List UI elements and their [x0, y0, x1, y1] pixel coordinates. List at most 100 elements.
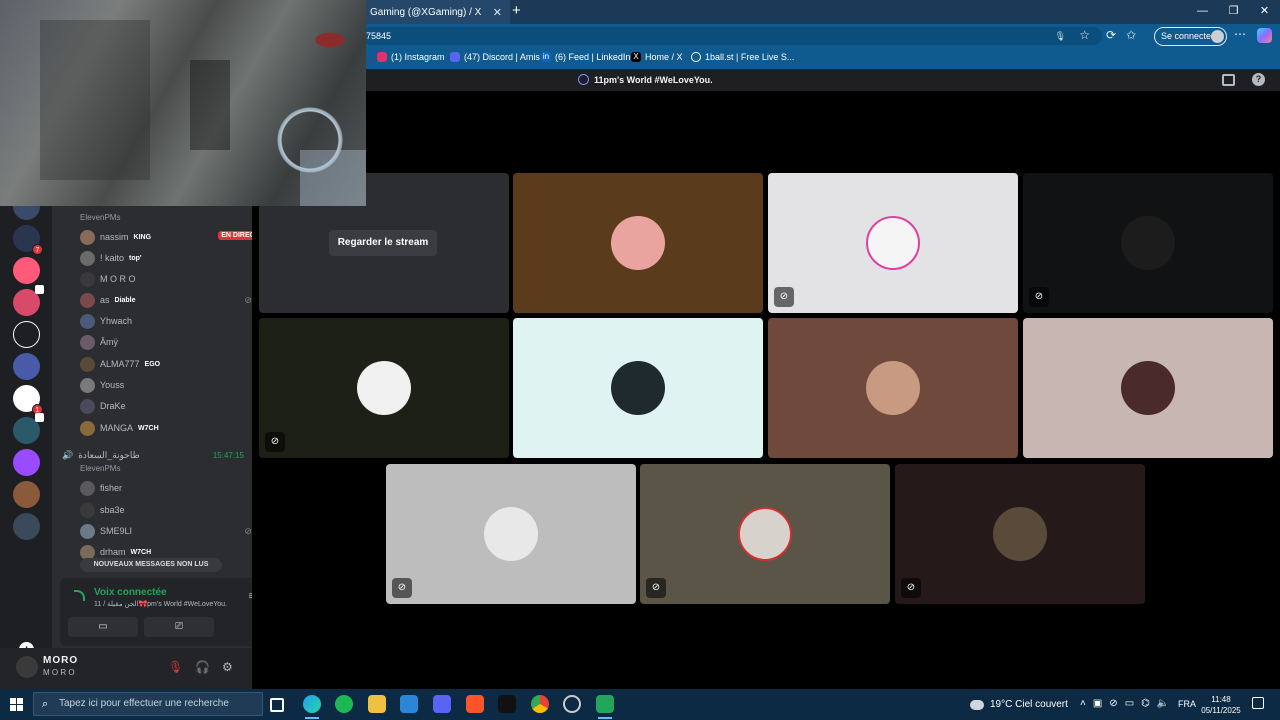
settings-gear-icon[interactable]: ⚙: [222, 660, 233, 674]
server-icon-8[interactable]: [13, 413, 44, 444]
tray-app-icon[interactable]: ⊘: [1109, 698, 1117, 709]
file-explorer-icon[interactable]: [368, 695, 386, 713]
minimize-icon[interactable]: —: [1187, 0, 1218, 24]
participant-tile[interactable]: ⊘: [1023, 173, 1273, 313]
copilot-icon[interactable]: [1257, 28, 1272, 43]
windows-start-icon[interactable]: [10, 698, 23, 711]
user-name[interactable]: MORO: [43, 655, 78, 666]
favorites-icon[interactable]: ✩: [1126, 28, 1136, 42]
bookmark-label: Home / X: [645, 52, 683, 62]
store-icon[interactable]: [400, 695, 418, 713]
server-icon-3[interactable]: [13, 257, 40, 284]
camera-button[interactable]: ▭: [68, 617, 138, 637]
close-tab-icon[interactable]: ✕: [493, 6, 502, 19]
browser-tab[interactable]: Gaming (@XGaming) / X ✕: [360, 0, 510, 24]
edge-icon[interactable]: [303, 695, 321, 713]
member-name: Youss: [100, 380, 125, 390]
star-icon[interactable]: ☆: [1079, 26, 1090, 44]
participant-tile[interactable]: ⊘: [640, 464, 890, 604]
participant-tile[interactable]: [513, 318, 763, 458]
bookmark-instagram[interactable]: (1) Instagram: [377, 52, 445, 62]
weather-widget[interactable]: 19°C Ciel couvert: [970, 699, 1068, 710]
voice-status[interactable]: Voix connectée: [94, 587, 167, 598]
voice-member-row[interactable]: SME9LI⊘ ⊘: [80, 522, 268, 540]
participant-tile[interactable]: ⊘: [768, 173, 1018, 313]
signin-button[interactable]: Se connecter: [1154, 27, 1227, 46]
member-name: as: [100, 295, 110, 305]
avatar: [80, 377, 95, 393]
chrome-icon[interactable]: [531, 695, 549, 713]
clock[interactable]: 11:48 05/11/2025: [1200, 694, 1242, 716]
server-icon-4[interactable]: [13, 285, 44, 316]
muted-mic-icon: ⊘: [901, 578, 921, 598]
headphones-icon[interactable]: 🎧: [195, 660, 210, 674]
refresh-icon[interactable]: ⟳: [1106, 28, 1116, 42]
taskbar-search[interactable]: ⌕ Tapez ici pour effectuer une recherche: [33, 692, 263, 716]
server-icon-5[interactable]: [13, 321, 40, 348]
voice-member-row[interactable]: fisher⊘: [80, 479, 268, 497]
voice-member-row[interactable]: MANGAW7CH⊘: [80, 419, 268, 437]
chatgpt-icon[interactable]: [563, 695, 581, 713]
participant-tile[interactable]: ⊘: [259, 318, 509, 458]
app-icon[interactable]: [596, 695, 614, 713]
watch-stream-button[interactable]: Regarder le stream: [329, 230, 437, 256]
server-icon-6[interactable]: [13, 353, 40, 380]
bookmark-1ball[interactable]: 1ball.st | Free Live S...: [691, 52, 794, 62]
muted-mic-icon: ⊘: [265, 432, 285, 452]
bookmark-discord[interactable]: (47) Discord | Amis: [450, 52, 540, 62]
voice-member-row[interactable]: M O R O⊘: [80, 270, 268, 288]
tray-app-icon[interactable]: ▣: [1093, 698, 1102, 709]
notifications-icon[interactable]: [1252, 697, 1264, 709]
voice-member-row[interactable]: nassim KING EN DIRECT: [80, 228, 268, 246]
close-window-icon[interactable]: ✕: [1249, 0, 1280, 24]
channel-subtitle: ElevenPMs: [80, 213, 121, 222]
inbox-icon[interactable]: [1222, 74, 1235, 86]
network-icon[interactable]: ⌬: [1141, 698, 1150, 709]
server-icon-7[interactable]: 1: [13, 385, 43, 415]
url-field[interactable]: 75845 🎙 ☆: [362, 27, 1102, 45]
participant-tile[interactable]: [513, 173, 763, 313]
spotify-icon[interactable]: [335, 695, 353, 713]
chevron-up-icon[interactable]: ˄: [1080, 698, 1086, 709]
new-messages-pill[interactable]: NOUVEAUX MESSAGES NON LUS: [80, 558, 222, 572]
more-options-icon[interactable]: ⋯: [1234, 27, 1246, 41]
bookmark-linkedin[interactable]: in (6) Feed | LinkedIn: [541, 52, 630, 62]
discord-app-icon[interactable]: [433, 695, 451, 713]
help-icon[interactable]: ?: [1252, 73, 1265, 86]
new-tab-button[interactable]: +: [512, 2, 521, 19]
mute-mic-icon[interactable]: 🎙: [168, 660, 183, 674]
participant-tile[interactable]: [768, 318, 1018, 458]
participant-tile[interactable]: ⊘: [895, 464, 1145, 604]
toolbar-icons: ⟳ ✩: [1106, 28, 1136, 42]
voice-channel[interactable]: 🔊 طاحونة_السعادة 15:47:15: [62, 446, 250, 464]
voice-member-row[interactable]: Youss⊘: [80, 376, 268, 394]
server-icon-9[interactable]: [13, 449, 40, 476]
screen-share-button[interactable]: ⎚: [144, 617, 214, 637]
system-tray: ˄ ▣ ⊘ ▭ ⌬ 🔈: [1080, 698, 1169, 709]
voice-member-row[interactable]: Âmÿ: [80, 333, 268, 351]
server-icon-11[interactable]: [13, 513, 40, 540]
server-icon-10[interactable]: [13, 481, 40, 508]
volume-icon[interactable]: 🔈: [1157, 698, 1169, 709]
voice-member-row[interactable]: asDiable⊘ ⊘: [80, 291, 268, 309]
bookmark-x[interactable]: X Home / X: [631, 52, 683, 62]
voice-member-row[interactable]: sba3e⊘: [80, 501, 268, 519]
voice-member-row[interactable]: ALMA777 EGO: [80, 355, 268, 373]
voice-member-row[interactable]: Yhwach: [80, 312, 268, 330]
voice-location[interactable]: 11 / الجن مقيلة🎀pm's World #WeLoveYou.: [94, 600, 227, 608]
participant-tile[interactable]: [1023, 318, 1273, 458]
tiktok-icon[interactable]: [498, 695, 516, 713]
member-name: SME9LI: [100, 526, 133, 536]
language-indicator[interactable]: FRA: [1178, 699, 1196, 709]
user-avatar[interactable]: [16, 656, 38, 678]
voice-member-row[interactable]: ! kaito top': [80, 249, 268, 267]
battery-icon[interactable]: ▭: [1125, 698, 1134, 709]
task-view-icon[interactable]: [270, 698, 284, 712]
voice-member-row[interactable]: DraKe⊘: [80, 397, 268, 415]
server-icon-2[interactable]: 7: [13, 225, 43, 255]
brave-icon[interactable]: [466, 695, 484, 713]
participant-tile[interactable]: ⊘: [386, 464, 636, 604]
avatar: [80, 229, 95, 245]
mic-icon[interactable]: 🎙: [1055, 27, 1066, 45]
maximize-icon[interactable]: ❐: [1218, 0, 1249, 24]
